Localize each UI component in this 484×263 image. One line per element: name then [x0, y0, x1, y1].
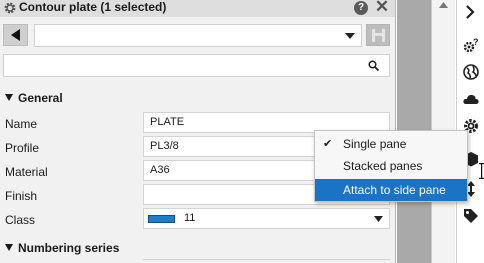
menu-item-label: Stacked panes	[343, 159, 423, 173]
section-general[interactable]: General	[5, 91, 63, 105]
gear-icon	[4, 2, 16, 14]
menu-item-label: Attach to side pane	[343, 183, 446, 197]
checkmark-icon: ✔	[323, 138, 333, 150]
chevron-down-icon	[374, 216, 383, 222]
numbering-fields-edge	[143, 259, 390, 263]
close-button[interactable]: ✕	[374, 0, 390, 16]
globe-icon	[463, 64, 479, 80]
panel-titlebar: Contour plate (1 selected) ? ✕	[0, 0, 395, 17]
panel-title: Contour plate (1 selected)	[19, 0, 167, 14]
name-value: PLATE	[150, 116, 185, 128]
class-color-swatch	[148, 215, 175, 223]
section-general-label: General	[18, 91, 63, 105]
prop-label-name: Name	[5, 117, 38, 131]
chevron-down-icon	[345, 33, 355, 39]
search-input[interactable]	[8, 57, 358, 74]
prop-label-profile: Profile	[5, 141, 40, 155]
web-button[interactable]	[457, 59, 484, 85]
search-field[interactable]	[3, 54, 390, 77]
scroll-up-icon[interactable]	[439, 2, 448, 8]
mouse-cursor-icon	[479, 163, 484, 179]
tag-button[interactable]	[457, 203, 484, 229]
class-value: 11	[184, 212, 196, 224]
cloud-icon	[463, 94, 479, 104]
material-value: A36	[150, 164, 170, 176]
pane-layout-menu: ✔ Single pane Stacked panes Attach to si…	[314, 130, 468, 202]
settings-selector[interactable]	[34, 24, 362, 47]
save-icon	[372, 29, 385, 42]
expand-button[interactable]	[457, 0, 484, 26]
section-numbering[interactable]: Numbering series	[5, 241, 119, 255]
tag-icon	[464, 209, 478, 223]
menu-item-stacked-panes[interactable]: Stacked panes	[315, 155, 467, 177]
gear-question-icon: ?	[463, 37, 479, 53]
prop-label-material: Material	[5, 165, 48, 179]
save-button[interactable]	[366, 24, 390, 46]
help-button[interactable]: ?	[354, 1, 368, 15]
menu-item-attach-side-pane[interactable]: Attach to side pane	[315, 179, 467, 201]
menu-item-single-pane[interactable]: ✔ Single pane	[315, 133, 467, 155]
class-dropdown[interactable]: 11	[143, 208, 390, 229]
back-button[interactable]	[3, 24, 28, 46]
svg-text:?: ?	[473, 37, 479, 47]
prop-label-class: Class	[5, 213, 36, 227]
collapse-triangle-icon	[5, 94, 13, 101]
chevron-right-icon	[466, 5, 475, 19]
cloud-button[interactable]	[457, 86, 484, 112]
profile-value: PL3/8	[150, 140, 179, 152]
property-settings-button[interactable]: ?	[457, 32, 484, 58]
menu-item-label: Single pane	[343, 137, 407, 151]
collapse-triangle-icon	[5, 244, 13, 251]
back-arrow-icon	[11, 29, 20, 41]
section-numbering-label: Numbering series	[18, 241, 120, 255]
search-icon	[368, 60, 379, 71]
prop-label-finish: Finish	[5, 189, 38, 203]
